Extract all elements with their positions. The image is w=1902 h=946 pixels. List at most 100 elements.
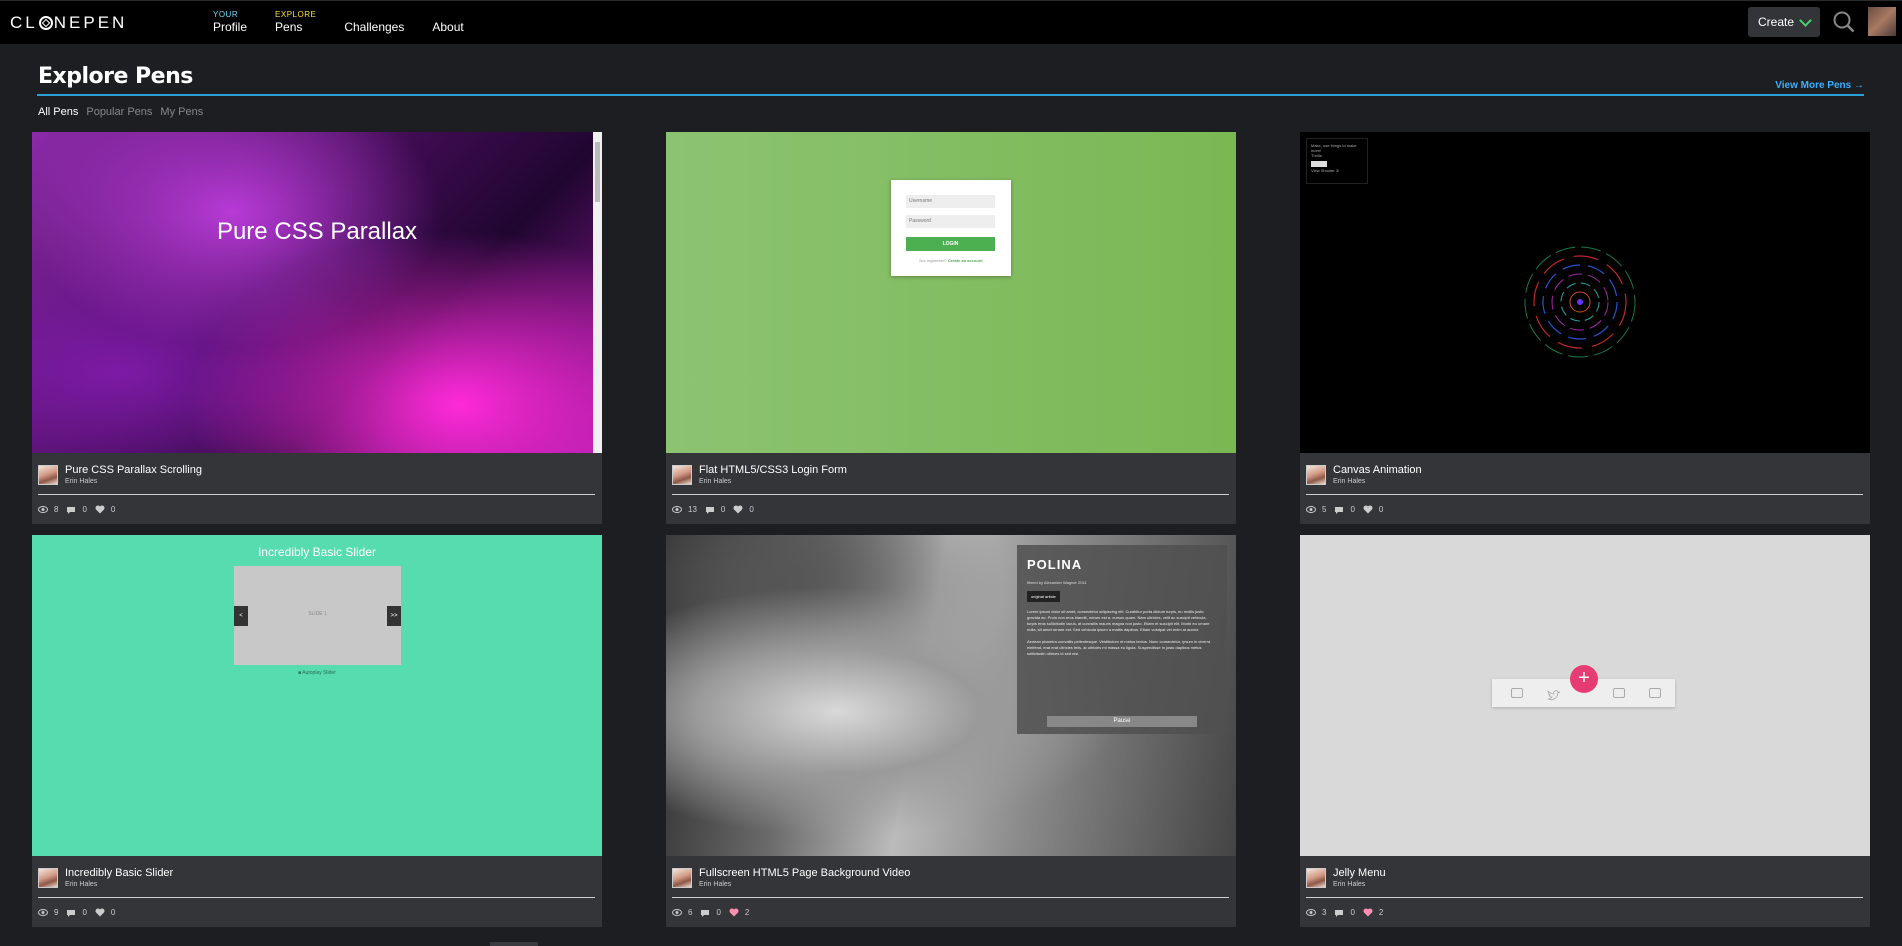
heart-icon[interactable] (1363, 505, 1373, 514)
likes-count: 0 (1378, 505, 1384, 514)
pen-stats: 3 0 2 (1306, 908, 1391, 917)
overlay-title: POLINA (1027, 557, 1083, 572)
overlay-paragraph: Lorem ipsum dolor sit amet, consectetur … (1027, 609, 1210, 632)
pen-info: Jelly Menu Erin Hales 3 0 2 (1300, 856, 1870, 927)
author-avatar[interactable] (38, 465, 58, 485)
comments-count: 0 (82, 505, 87, 514)
preview-heading: Incredibly Basic Slider (257, 545, 377, 559)
pen-author[interactable]: Erin Hales (65, 478, 97, 485)
view-more-pens-link[interactable]: View More Pens → (1775, 80, 1864, 91)
heart-icon[interactable] (1363, 908, 1373, 917)
pen-card[interactable]: Username Password LOGIN Not registered? … (666, 132, 1236, 524)
pen-title[interactable]: Incredibly Basic Slider (65, 867, 173, 879)
pen-title[interactable]: Jelly Menu (1333, 867, 1386, 879)
eye-icon (38, 506, 48, 513)
views-count: 13 (688, 505, 697, 514)
logo-mark-icon (38, 16, 53, 30)
author-avatar[interactable] (672, 868, 692, 888)
pen-preview[interactable]: Pure CSS Parallax (32, 132, 602, 453)
comment-icon[interactable] (705, 506, 715, 514)
facebook-icon (1511, 688, 1523, 698)
comment-icon[interactable] (1334, 506, 1344, 514)
heart-icon[interactable] (729, 908, 739, 917)
author-avatar[interactable] (672, 465, 692, 485)
eye-icon (38, 909, 48, 916)
comments-count: 0 (82, 908, 87, 917)
next-arrow: >> (387, 606, 401, 626)
pen-preview[interactable]: + (1300, 535, 1870, 856)
preview-heading: Pure CSS Parallax (216, 218, 418, 245)
views-count: 5 (1322, 505, 1327, 514)
pen-author[interactable]: Erin Hales (699, 478, 731, 485)
nav-about-label: About (432, 20, 464, 34)
original-article-link: original article (1027, 591, 1060, 602)
heart-icon[interactable] (95, 908, 105, 917)
pen-preview[interactable]: POLINA filmed by Alexander Wagner 2011 o… (666, 535, 1236, 856)
pen-title[interactable]: Pure CSS Parallax Scrolling (65, 464, 202, 476)
scroll-indicator (490, 942, 538, 946)
prev-arrow: < (234, 606, 248, 626)
nav-profile-kicker: YOUR (213, 10, 239, 19)
pen-info: Fullscreen HTML5 Page Background Video E… (666, 856, 1236, 927)
tab-all-pens[interactable]: All Pens (38, 106, 78, 118)
tab-my-pens[interactable]: My Pens (160, 106, 203, 118)
pen-card[interactable]: POLINA filmed by Alexander Wagner 2011 o… (666, 535, 1236, 927)
pen-author[interactable]: Erin Hales (699, 881, 731, 888)
preview-scrollbar[interactable] (593, 132, 602, 453)
author-avatar[interactable] (38, 868, 58, 888)
pen-preview[interactable]: Incredibly Basic Slider SLIDE 1 < >> ■ A… (32, 535, 602, 856)
password-field: Password (906, 215, 995, 228)
comment-icon[interactable] (1334, 909, 1344, 917)
comment-icon[interactable] (66, 909, 76, 917)
twitter-icon (1547, 688, 1561, 701)
pen-card[interactable]: Pure CSS Parallax Pure CSS Parallax Scro… (32, 132, 602, 524)
author-avatar[interactable] (1306, 465, 1326, 485)
pen-preview[interactable]: Make, use things to make more! Thrills: … (1300, 132, 1870, 453)
pen-author[interactable]: Erin Hales (1333, 478, 1365, 485)
video-overlay-panel: POLINA filmed by Alexander Wagner 2011 o… (1017, 545, 1227, 734)
nav-challenges[interactable]: Challenges (344, 10, 404, 34)
nav-pens[interactable]: EXPLORE Pens (275, 10, 316, 34)
comment-icon[interactable] (66, 506, 76, 514)
pen-title[interactable]: Canvas Animation (1333, 464, 1422, 476)
comments-count: 0 (720, 505, 726, 514)
tab-popular-pens[interactable]: Popular Pens (86, 106, 152, 118)
main-nav: YOUR Profile EXPLORE Pens Challenges Abo… (213, 10, 492, 34)
user-avatar[interactable] (1868, 7, 1896, 36)
create-account-link: Create an account (947, 258, 983, 263)
pen-card[interactable]: Make, use things to make more! Thrills: … (1300, 132, 1870, 524)
pen-info: Canvas Animation Erin Hales 5 0 0 (1300, 453, 1870, 524)
pen-stats: 13 0 0 (672, 505, 762, 514)
title-divider (37, 94, 1864, 96)
pen-stats: 9 0 0 (38, 908, 123, 917)
author-avatar[interactable] (1306, 868, 1326, 888)
comment-icon[interactable] (700, 909, 710, 917)
heart-icon[interactable] (95, 505, 105, 514)
pen-title[interactable]: Fullscreen HTML5 Page Background Video (699, 867, 910, 879)
pen-card[interactable]: + Jelly Menu Erin Hales 3 0 2 (1300, 535, 1870, 927)
nav-profile[interactable]: YOUR Profile (213, 10, 247, 34)
nav-pens-label: Pens (275, 20, 303, 34)
pen-title[interactable]: Flat HTML5/CSS3 Login Form (699, 464, 847, 476)
card-divider (38, 494, 595, 495)
nav-about[interactable]: About (432, 10, 463, 34)
pen-stats: 6 0 2 (672, 908, 757, 917)
create-button[interactable]: Create (1748, 7, 1820, 37)
search-icon[interactable] (1833, 11, 1855, 33)
logo[interactable]: CL NEPEN (10, 13, 127, 33)
slider-preview: SLIDE 1 < >> (234, 566, 401, 665)
pen-author[interactable]: Erin Hales (1333, 881, 1365, 888)
pen-card[interactable]: Incredibly Basic Slider SLIDE 1 < >> ■ A… (32, 535, 602, 927)
scrollbar-thumb[interactable] (595, 142, 600, 202)
likes-count: 0 (749, 505, 754, 514)
overlay-byline: filmed by Alexander Wagner 2011 (1027, 580, 1087, 585)
logo-text: CL (10, 13, 38, 32)
likes-count: 2 (744, 908, 750, 917)
spiral-animation-graphic (1524, 246, 1636, 358)
pen-author[interactable]: Erin Hales (65, 881, 97, 888)
card-divider (1306, 494, 1863, 495)
pen-stats: 8 0 0 (38, 505, 123, 514)
heart-icon[interactable] (733, 505, 743, 514)
username-field: Username (906, 195, 995, 208)
pen-preview[interactable]: Username Password LOGIN Not registered? … (666, 132, 1236, 453)
